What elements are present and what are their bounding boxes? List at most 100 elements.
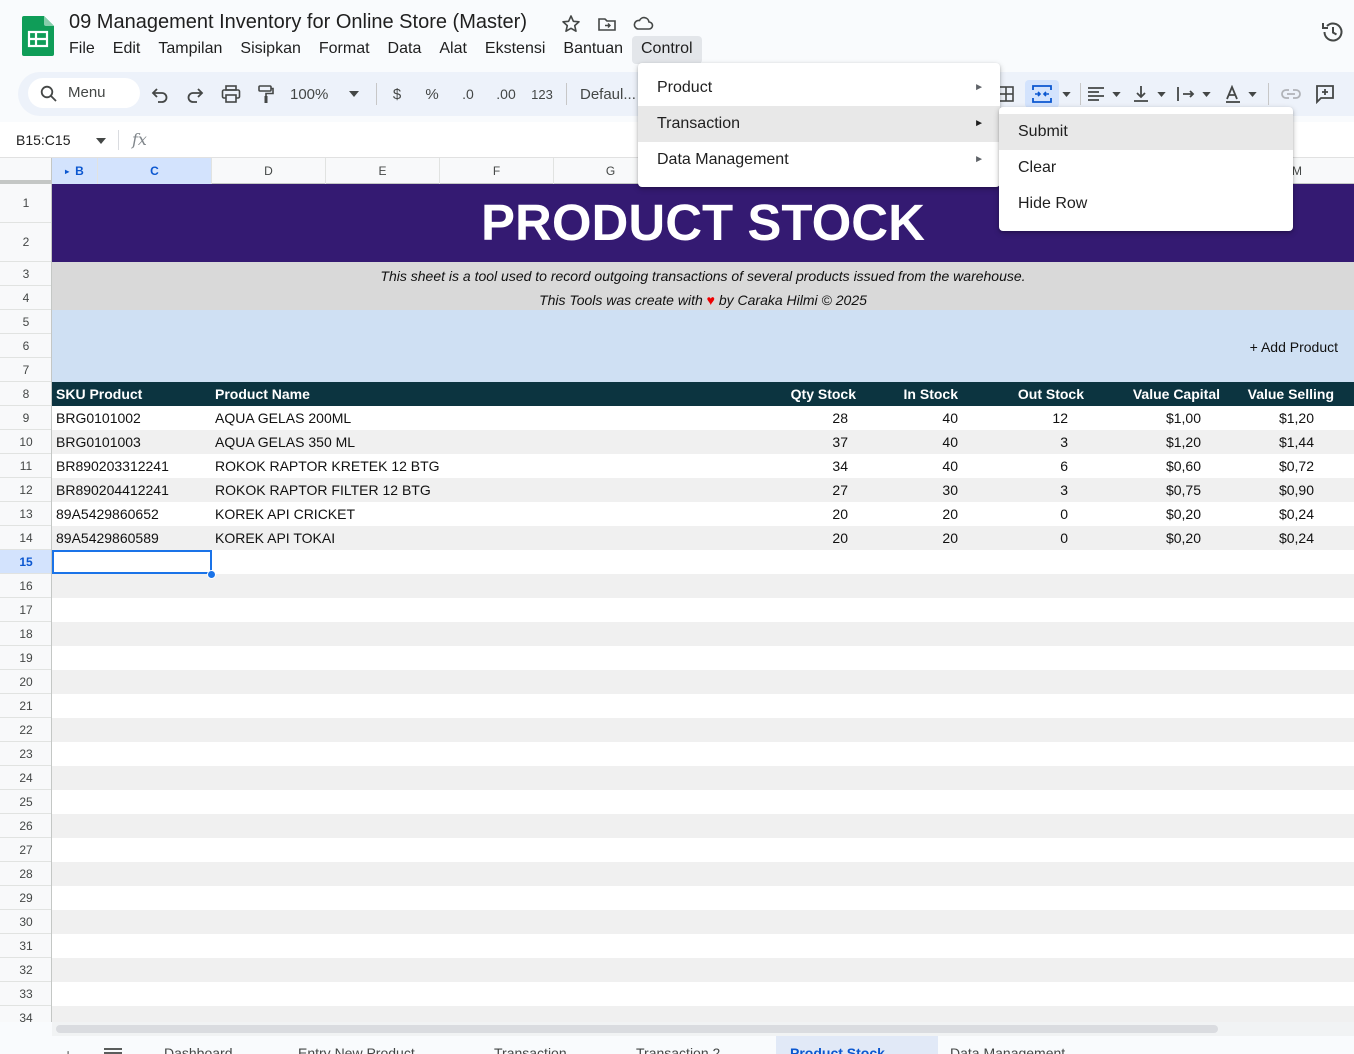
row-header-1[interactable]: 1 (0, 184, 51, 223)
empty-row[interactable] (52, 910, 1354, 934)
menu-data[interactable]: Data (379, 36, 431, 64)
horizontal-scrollbar-thumb[interactable] (56, 1025, 1218, 1033)
selection-fill-handle[interactable] (207, 570, 216, 579)
empty-row[interactable] (52, 766, 1354, 790)
row-header-29[interactable]: 29 (0, 886, 51, 910)
percent-format-button[interactable]: % (423, 82, 441, 106)
menu-control[interactable]: Control (632, 36, 702, 64)
control-menu-transaction[interactable]: Transaction ► (638, 106, 1000, 142)
sheet-tab-dashboard[interactable]: Dashboard (164, 1045, 233, 1054)
row-header-8[interactable]: 8 (0, 382, 51, 406)
row-header-20[interactable]: 20 (0, 670, 51, 694)
sheet-tab-product-stock[interactable]: Product Stock (790, 1045, 885, 1054)
menu-search-box[interactable]: Menu (28, 78, 140, 108)
menu-tools[interactable]: Alat (430, 36, 476, 64)
row-header-18[interactable]: 18 (0, 622, 51, 646)
row-header-2[interactable]: 2 (0, 223, 51, 262)
all-sheets-icon[interactable] (104, 1048, 122, 1054)
menu-format[interactable]: Format (310, 36, 379, 64)
row-header-30[interactable]: 30 (0, 910, 51, 934)
sheet-tab-data-management[interactable]: Data Management (950, 1045, 1065, 1054)
row-header-5[interactable]: 5 (0, 310, 51, 334)
row-header-28[interactable]: 28 (0, 862, 51, 886)
name-box-dropdown-icon[interactable] (96, 138, 106, 144)
print-icon[interactable] (219, 82, 243, 106)
table-row[interactable]: BR890204412241 ROKOK RAPTOR FILTER 12 BTG… (52, 478, 1354, 502)
row-header-14[interactable]: 14 (0, 526, 51, 550)
menu-file[interactable]: File (60, 36, 104, 64)
sheet-tab-transaction-2[interactable]: Transaction 2 (636, 1045, 720, 1054)
submenu-submit[interactable]: Submit (999, 114, 1293, 150)
empty-row[interactable] (52, 814, 1354, 838)
menu-view[interactable]: Tampilan (149, 36, 231, 64)
row-header-16[interactable]: 16 (0, 574, 51, 598)
row-header-24[interactable]: 24 (0, 766, 51, 790)
horizontal-align-icon[interactable] (1086, 82, 1106, 106)
submenu-hide-row[interactable]: Hide Row (999, 186, 1293, 222)
currency-format-button[interactable]: $ (388, 82, 406, 106)
empty-row[interactable] (52, 934, 1354, 958)
column-header-f[interactable]: F (440, 158, 554, 184)
rotation-dropdown-icon[interactable] (1246, 82, 1258, 106)
horizontal-scrollbar[interactable] (52, 1022, 1354, 1036)
row-header-22[interactable]: 22 (0, 718, 51, 742)
sheet-grid[interactable]: PRODUCT STOCK This sheet is a tool used … (52, 184, 1354, 1022)
zoom-value[interactable]: 100% (290, 82, 338, 106)
row-header-10[interactable]: 10 (0, 430, 51, 454)
merge-dropdown-icon[interactable] (1060, 82, 1072, 106)
table-row[interactable]: BRG0101002 AQUA GELAS 200ML 28 40 12 $1,00 $1,… (52, 406, 1354, 430)
decrease-decimal-button[interactable]: .0 (456, 82, 480, 106)
expand-columns-icon[interactable]: ▸ (65, 167, 69, 176)
document-title[interactable]: 09 Management Inventory for Online Store… (69, 11, 527, 34)
merge-cells-button[interactable] (1025, 80, 1059, 108)
row-header-15[interactable]: 15 (0, 550, 51, 574)
vertical-align-icon[interactable] (1131, 82, 1151, 106)
menu-insert[interactable]: Sisipkan (231, 36, 309, 64)
empty-row[interactable] (52, 694, 1354, 718)
row-header-7[interactable]: 7 (0, 358, 51, 382)
empty-row[interactable] (52, 982, 1354, 1006)
star-icon[interactable] (561, 14, 581, 34)
column-header-b[interactable]: ▸ B (52, 158, 98, 184)
row-header-23[interactable]: 23 (0, 742, 51, 766)
increase-decimal-button[interactable]: .00 (492, 82, 520, 106)
add-product-button[interactable]: + Add Product (1250, 339, 1338, 355)
submenu-clear[interactable]: Clear (999, 150, 1293, 186)
insert-link-icon[interactable] (1280, 82, 1302, 106)
cloud-status-icon[interactable] (632, 14, 654, 34)
empty-row[interactable] (52, 838, 1354, 862)
row-header-33[interactable]: 33 (0, 982, 51, 1006)
empty-row[interactable] (52, 550, 1354, 574)
paint-format-icon[interactable] (254, 82, 278, 106)
empty-row[interactable] (52, 958, 1354, 982)
sheet-tab-transaction[interactable]: Transaction (494, 1045, 567, 1054)
add-sheet-icon[interactable]: + (64, 1046, 72, 1054)
empty-row[interactable] (52, 574, 1354, 598)
number-format-button[interactable]: 123 (529, 82, 555, 106)
empty-row[interactable] (52, 862, 1354, 886)
empty-row[interactable] (52, 622, 1354, 646)
cell-selection[interactable] (52, 550, 212, 574)
menu-edit[interactable]: Edit (104, 36, 150, 64)
row-header-17[interactable]: 17 (0, 598, 51, 622)
empty-row[interactable] (52, 718, 1354, 742)
row-header-32[interactable]: 32 (0, 958, 51, 982)
align-dropdown-icon[interactable] (1110, 82, 1122, 106)
wrap-dropdown-icon[interactable] (1200, 82, 1212, 106)
row-header-9[interactable]: 9 (0, 406, 51, 430)
undo-icon[interactable] (148, 82, 172, 106)
table-row[interactable]: 89A5429860589 KOREK API TOKAI 20 20 0 $0,20 $0… (52, 526, 1354, 550)
valign-dropdown-icon[interactable] (1155, 82, 1167, 106)
control-menu-product[interactable]: Product ► (638, 70, 1000, 106)
column-header-e[interactable]: E (326, 158, 440, 184)
move-folder-icon[interactable] (597, 14, 617, 34)
row-header-27[interactable]: 27 (0, 838, 51, 862)
row-header-25[interactable]: 25 (0, 790, 51, 814)
row-header-13[interactable]: 13 (0, 502, 51, 526)
empty-row[interactable] (52, 790, 1354, 814)
empty-row[interactable] (52, 598, 1354, 622)
version-history-icon[interactable] (1320, 19, 1346, 45)
table-row[interactable]: 89A5429860652 KOREK API CRICKET 20 20 0 $0,20… (52, 502, 1354, 526)
font-select[interactable]: Defaul... (580, 82, 642, 106)
row-header-21[interactable]: 21 (0, 694, 51, 718)
